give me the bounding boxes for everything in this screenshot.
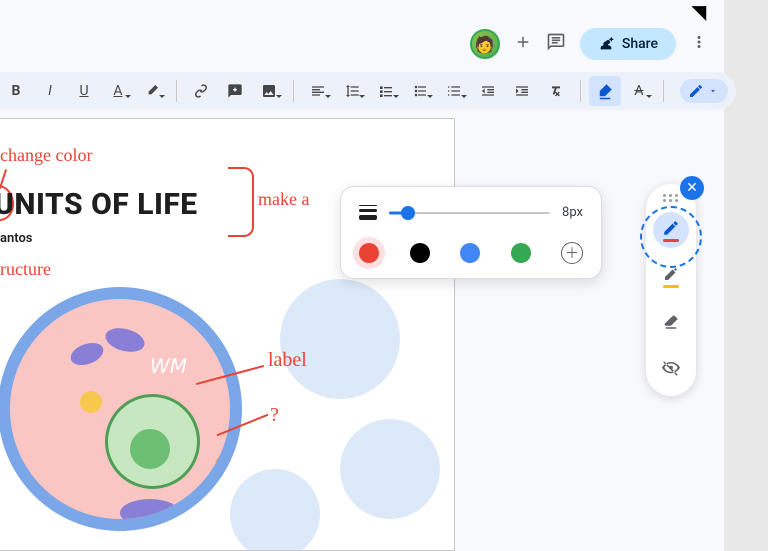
thickness-slider[interactable]	[389, 209, 550, 217]
color-swatch-green[interactable]	[511, 243, 531, 263]
checklist-button[interactable]	[370, 76, 402, 106]
bold-button[interactable]: B	[0, 76, 32, 106]
align-button[interactable]	[302, 76, 334, 106]
color-swatch-blue[interactable]	[460, 243, 480, 263]
corner-decor: ◥	[692, 2, 706, 23]
underline-button[interactable]: U	[68, 76, 100, 106]
comments-icon[interactable]	[546, 32, 566, 56]
annotation-change-color: change color	[0, 145, 92, 166]
pen-options-popup: 8px ＋	[340, 186, 602, 279]
highlight-ring	[640, 206, 702, 268]
share-button[interactable]: Share	[580, 28, 676, 60]
visibility-toggle-button[interactable]	[653, 350, 689, 386]
pen-floating-toolbar[interactable]: ✕	[646, 184, 696, 396]
bullet-list-button[interactable]	[404, 76, 436, 106]
insert-image-button[interactable]	[253, 76, 285, 106]
markup-toggle-button[interactable]	[589, 76, 621, 106]
line-spacing-button[interactable]	[336, 76, 368, 106]
share-button-label: Share	[622, 36, 658, 52]
cell-illustration: 𝘞𝘔	[0, 279, 270, 551]
highlight-color-button[interactable]	[136, 76, 168, 106]
annotation-bracket	[228, 167, 254, 237]
annotation-structure: ructure	[0, 259, 51, 280]
thickness-value: 8px	[562, 205, 583, 220]
add-collaborator-icon[interactable]	[514, 33, 532, 55]
more-menu-icon[interactable]	[690, 33, 708, 55]
color-swatches: ＋	[359, 242, 583, 264]
add-color-button[interactable]: ＋	[561, 242, 583, 264]
color-swatch-black[interactable]	[410, 243, 430, 263]
format-toolbar: B I U A	[0, 72, 736, 110]
annotation-question: ?	[270, 404, 279, 427]
drag-handle-icon[interactable]	[662, 194, 680, 202]
text-color-button[interactable]: A	[102, 76, 134, 106]
editing-mode-button[interactable]	[680, 79, 728, 103]
header-actions: 🧑 Share	[470, 28, 708, 60]
insert-link-button[interactable]	[185, 76, 217, 106]
numbered-list-button[interactable]	[438, 76, 470, 106]
add-comment-button[interactable]	[219, 76, 251, 106]
color-swatch-red[interactable]	[359, 243, 379, 263]
eraser-tool-button[interactable]	[653, 304, 689, 340]
highlighter-color-indicator	[663, 285, 679, 288]
clear-format-button[interactable]	[540, 76, 572, 106]
font-style-button[interactable]: A	[623, 76, 655, 106]
close-icon[interactable]: ✕	[680, 176, 704, 200]
indent-decrease-button[interactable]	[472, 76, 504, 106]
annotation-label: label	[268, 349, 307, 372]
indent-increase-button[interactable]	[506, 76, 538, 106]
document-page[interactable]: change color UNITS OF LIFE make a antos …	[0, 118, 455, 551]
avatar[interactable]: 🧑	[470, 29, 500, 59]
italic-button[interactable]: I	[34, 76, 66, 106]
page-author: antos	[0, 231, 33, 246]
page-title: UNITS OF LIFE	[0, 187, 198, 222]
annotation-make: make a	[258, 189, 309, 210]
thickness-icon	[359, 205, 377, 220]
